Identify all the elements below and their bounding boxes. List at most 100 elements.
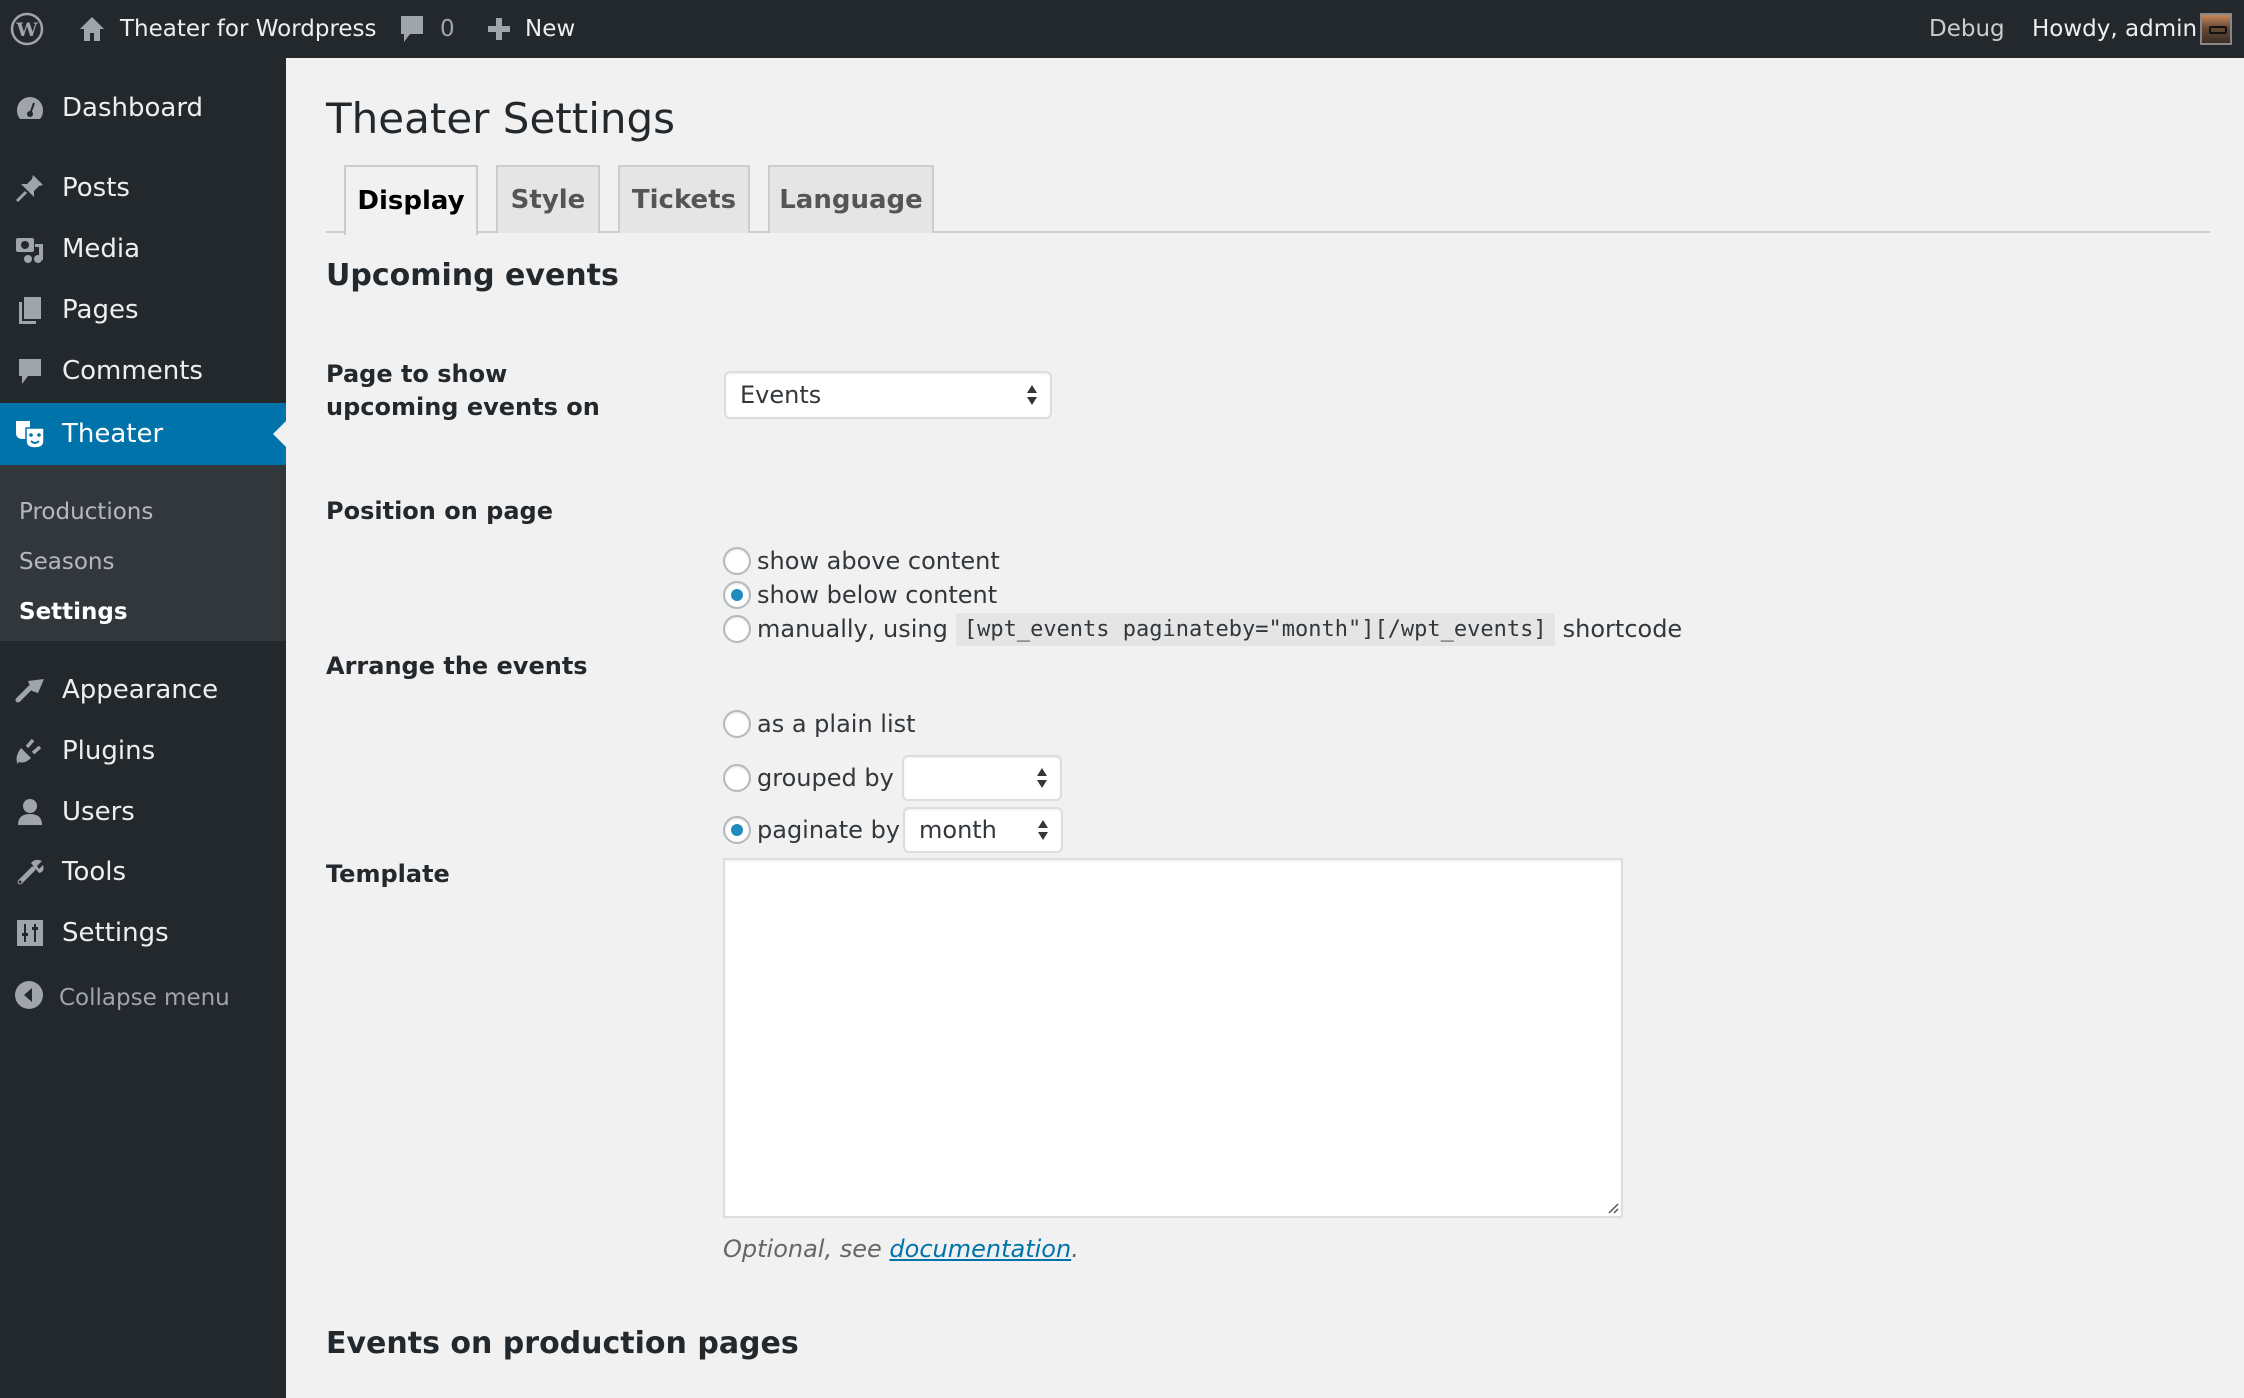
sidebar-item-posts[interactable]: Posts xyxy=(0,158,286,218)
select-arrows-icon xyxy=(1037,768,1047,788)
position-label: Position on page xyxy=(326,497,553,525)
sidebar-item-label: Users xyxy=(62,797,135,827)
theater-masks-icon xyxy=(14,418,46,450)
sidebar-item-label: Tools xyxy=(62,857,127,887)
radio-button-checked[interactable] xyxy=(723,581,751,609)
wordpress-logo-button[interactable]: W xyxy=(10,0,44,58)
radio-label-suffix: shortcode xyxy=(1562,615,1683,643)
paginate-by-select[interactable]: month xyxy=(903,807,1063,853)
radio-button[interactable] xyxy=(723,764,751,792)
submenu-item-settings[interactable]: Settings xyxy=(19,599,128,625)
wordpress-logo-icon: W xyxy=(10,12,44,46)
collapse-menu-button[interactable]: Collapse menu xyxy=(0,978,286,1018)
wrench-icon xyxy=(14,856,46,888)
arrange-label: Arrange the events xyxy=(326,652,588,680)
submenu-item-productions[interactable]: Productions xyxy=(19,499,153,525)
site-name: Theater for Wordpress xyxy=(120,16,377,42)
sidebar-item-theater[interactable]: Theater xyxy=(0,403,286,465)
arrange-option-plain-list[interactable]: as a plain list xyxy=(723,707,916,741)
radio-button[interactable] xyxy=(723,710,751,738)
section-production-events: Events on production pages xyxy=(326,1326,799,1361)
radio-label: as a plain list xyxy=(757,710,916,738)
admin-bar: W Theater for Wordpress 0 New Debug Howd… xyxy=(0,0,2244,58)
shortcode-snippet: [wpt_events paginateby="month"][/wpt_eve… xyxy=(955,612,1555,646)
description-prefix: Optional, see xyxy=(723,1235,890,1263)
template-description: Optional, see documentation. xyxy=(723,1235,1079,1263)
documentation-link[interactable]: documentation xyxy=(889,1235,1071,1263)
comments-link[interactable]: 0 xyxy=(398,0,455,58)
radio-button[interactable] xyxy=(723,615,751,643)
page-select-label: Page to show upcoming events on xyxy=(326,360,600,421)
arrange-option-grouped-by[interactable]: grouped by xyxy=(723,761,894,795)
radio-label: show above content xyxy=(757,547,1000,575)
arrange-option-paginate-by[interactable]: paginate by xyxy=(723,813,900,847)
active-menu-arrow xyxy=(273,421,286,447)
media-icon xyxy=(14,233,46,265)
tab-language[interactable]: Language xyxy=(768,165,934,233)
template-textarea[interactable] xyxy=(723,858,1623,1218)
sidebar-item-settings[interactable]: Settings xyxy=(0,903,286,963)
sidebar-item-pages[interactable]: Pages xyxy=(0,280,286,340)
sidebar-item-tools[interactable]: Tools xyxy=(0,842,286,902)
page-select-value: Events xyxy=(740,381,822,409)
radio-label: show below content xyxy=(757,581,998,609)
sidebar-item-users[interactable]: Users xyxy=(0,782,286,842)
collapse-menu-label: Collapse menu xyxy=(59,985,230,1011)
radio-button-checked[interactable] xyxy=(723,816,751,844)
avatar-image xyxy=(2200,13,2232,45)
radio-label: manually, using xyxy=(757,615,948,643)
comment-icon xyxy=(398,14,426,44)
sidebar-item-comments[interactable]: Comments xyxy=(0,341,286,401)
theater-submenu: Productions Seasons Settings xyxy=(0,465,286,641)
new-content-button[interactable]: New xyxy=(487,0,575,58)
admin-sidebar: Dashboard Posts Media Pages Comments The… xyxy=(0,58,286,1398)
position-option-manual[interactable]: manually, using [wpt_events paginateby="… xyxy=(723,612,1682,646)
radio-label: paginate by xyxy=(757,816,901,844)
section-upcoming-events: Upcoming events xyxy=(326,258,619,293)
sidebar-item-label: Comments xyxy=(62,356,203,386)
pushpin-icon xyxy=(14,172,46,204)
plus-icon xyxy=(487,17,511,41)
tab-tickets[interactable]: Tickets xyxy=(618,165,750,233)
paintbrush-icon xyxy=(14,674,46,706)
tab-display[interactable]: Display xyxy=(344,165,478,235)
sidebar-item-label: Appearance xyxy=(62,675,219,705)
plug-icon xyxy=(14,735,46,767)
pages-icon xyxy=(14,294,46,326)
home-icon xyxy=(78,15,106,43)
user-icon xyxy=(14,796,46,828)
sidebar-item-media[interactable]: Media xyxy=(0,219,286,279)
sidebar-item-label: Pages xyxy=(62,295,139,325)
settings-tabs: Display Style Tickets Language xyxy=(326,165,2210,235)
sidebar-item-appearance[interactable]: Appearance xyxy=(0,660,286,720)
paginate-by-value: month xyxy=(919,816,997,844)
radio-label: grouped by xyxy=(757,764,894,792)
sidebar-item-dashboard[interactable]: Dashboard xyxy=(0,78,286,138)
position-option-above[interactable]: show above content xyxy=(723,544,1000,578)
select-arrows-icon xyxy=(1038,820,1048,840)
comment-icon xyxy=(14,355,46,387)
radio-button[interactable] xyxy=(723,547,751,575)
avatar[interactable] xyxy=(2200,0,2232,58)
new-label: New xyxy=(525,16,576,42)
settings-sliders-icon xyxy=(14,917,46,949)
svg-text:W: W xyxy=(15,19,38,41)
page-title: Theater Settings xyxy=(326,94,676,143)
sidebar-item-label: Media xyxy=(62,234,141,264)
sidebar-item-plugins[interactable]: Plugins xyxy=(0,721,286,781)
grouped-by-select[interactable] xyxy=(902,755,1062,801)
position-option-below[interactable]: show below content xyxy=(723,578,997,612)
template-label: Template xyxy=(326,860,450,888)
site-name-link[interactable]: Theater for Wordpress xyxy=(78,0,377,58)
submenu-item-seasons[interactable]: Seasons xyxy=(19,549,114,575)
collapse-arrow-icon xyxy=(14,980,44,1016)
resize-grip-icon[interactable] xyxy=(1605,1200,1619,1214)
tab-style[interactable]: Style xyxy=(496,165,600,233)
page-select[interactable]: Events xyxy=(724,371,1052,419)
sidebar-item-label: Plugins xyxy=(62,736,156,766)
debug-link[interactable]: Debug xyxy=(1929,0,2005,58)
sidebar-item-label: Dashboard xyxy=(62,93,204,123)
sidebar-item-label: Theater xyxy=(62,419,164,449)
account-menu[interactable]: Howdy, admin xyxy=(2032,0,2197,58)
main-content: Theater Settings Display Style Tickets L… xyxy=(286,58,2244,1398)
